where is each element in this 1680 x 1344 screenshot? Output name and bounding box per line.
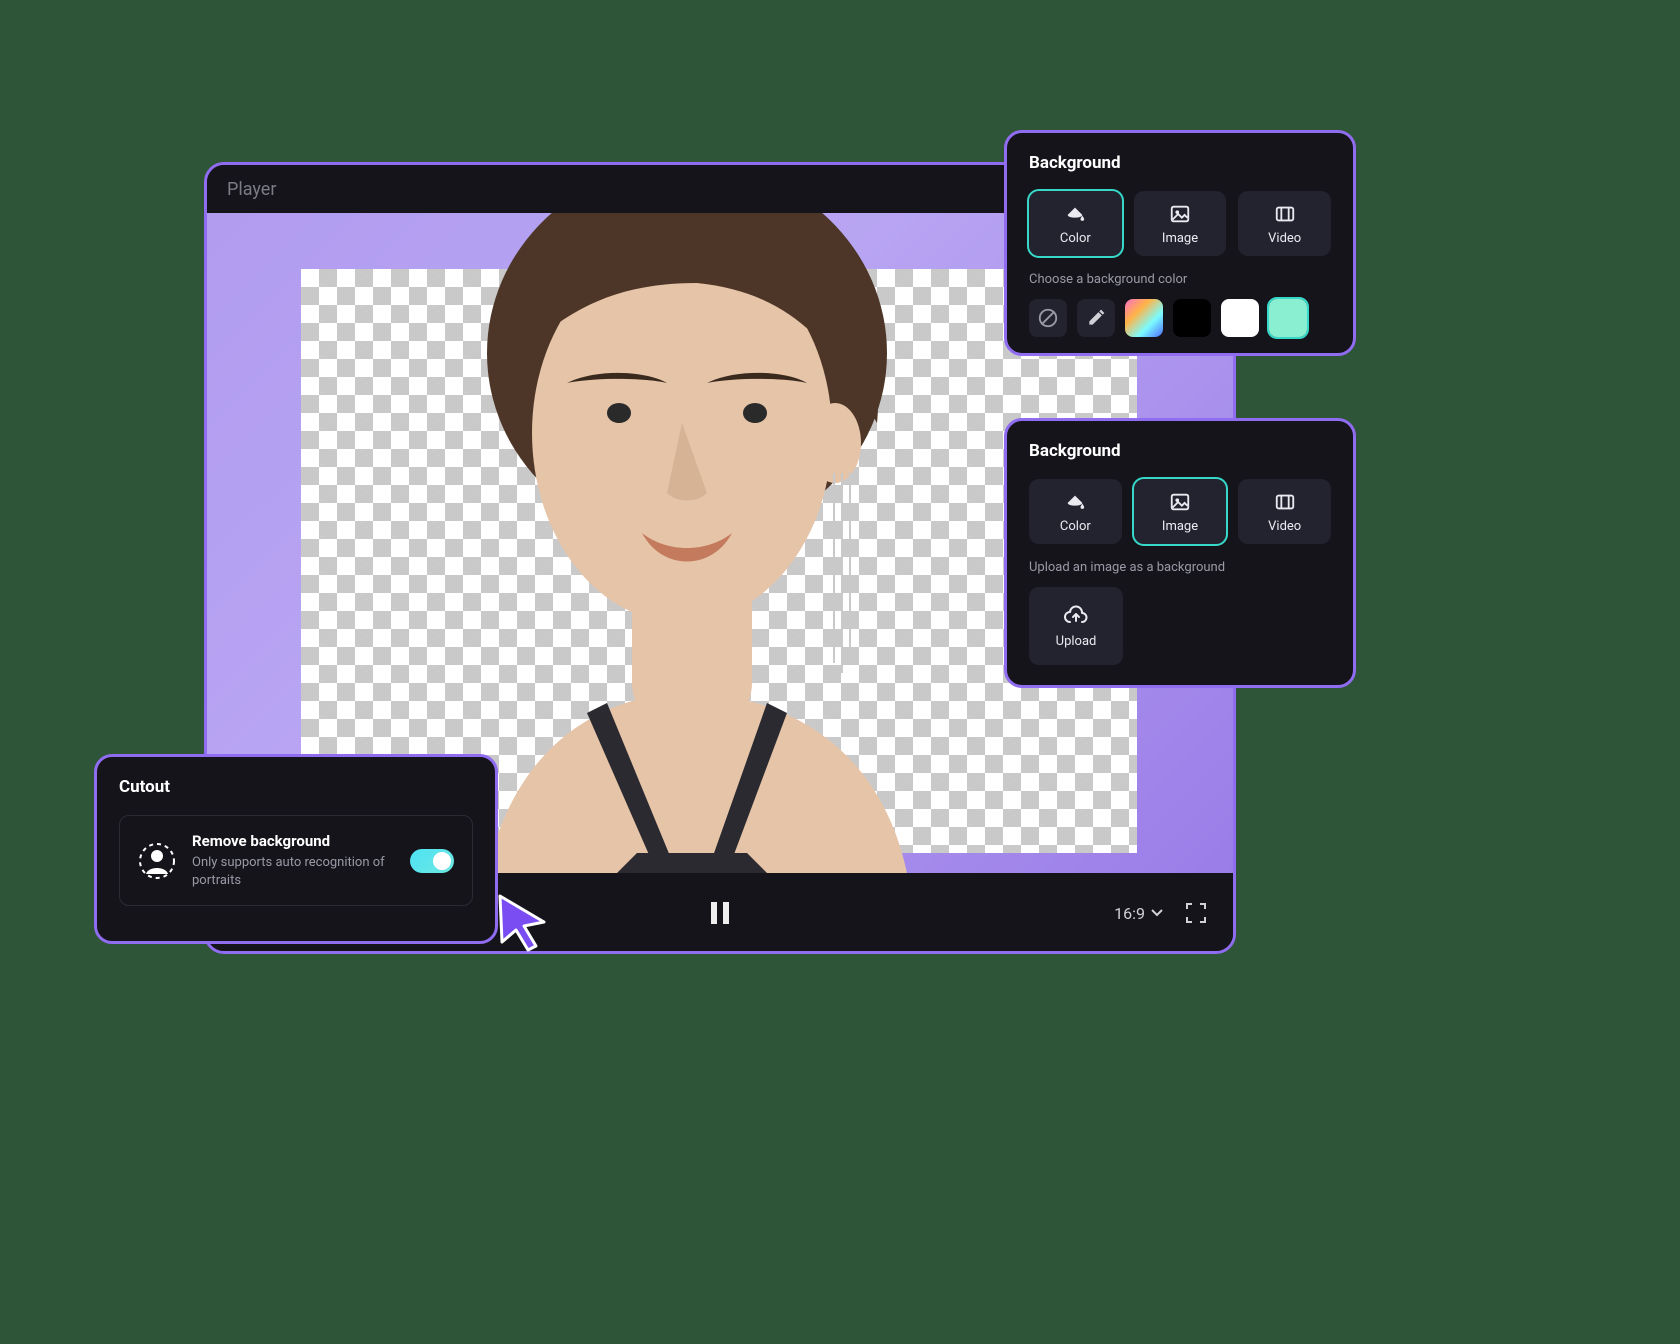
bg2-tab-image-label: Image bbox=[1162, 519, 1198, 534]
player-title: Player bbox=[227, 179, 276, 200]
background-color-panel: Background Color Image Video Choose a ba… bbox=[1004, 130, 1356, 356]
swatch-rainbow[interactable] bbox=[1125, 299, 1163, 337]
remove-bg-title: Remove background bbox=[192, 832, 394, 850]
upload-label: Upload bbox=[1056, 634, 1097, 649]
bg2-tab-color[interactable]: Color bbox=[1029, 479, 1122, 544]
paint-bucket-icon bbox=[1064, 203, 1086, 225]
toggle-knob bbox=[433, 852, 451, 870]
bg-tab-video[interactable]: Video bbox=[1238, 191, 1331, 256]
swatch-eyedropper[interactable] bbox=[1077, 299, 1115, 337]
pause-button[interactable] bbox=[706, 899, 734, 927]
bg-image-panel-title: Background bbox=[1029, 441, 1331, 461]
remove-background-row: Remove background Only supports auto rec… bbox=[119, 815, 473, 906]
pause-icon bbox=[711, 902, 717, 924]
bg-tab-image-label: Image bbox=[1162, 231, 1198, 246]
bg2-tab-color-label: Color bbox=[1060, 519, 1091, 534]
film-icon bbox=[1274, 203, 1296, 225]
aspect-ratio-label: 16:9 bbox=[1114, 904, 1145, 923]
bg-color-hint: Choose a background color bbox=[1029, 272, 1331, 287]
background-image-panel: Background Color Image Video Upload an i… bbox=[1004, 418, 1356, 688]
swatch-black[interactable] bbox=[1173, 299, 1211, 337]
bg-image-hint: Upload an image as a background bbox=[1029, 560, 1331, 575]
upload-button[interactable]: Upload bbox=[1029, 587, 1123, 665]
paint-bucket-icon bbox=[1064, 491, 1086, 513]
cutout-panel-title: Cutout bbox=[119, 777, 473, 797]
film-icon bbox=[1274, 491, 1296, 513]
none-icon bbox=[1037, 307, 1059, 329]
bg2-tab-image[interactable]: Image bbox=[1134, 479, 1227, 544]
cutout-panel: Cutout Remove background Only supports a… bbox=[94, 754, 498, 944]
bg-tab-color-label: Color bbox=[1060, 231, 1091, 246]
portrait-dashed-icon bbox=[138, 842, 176, 880]
aspect-ratio-menu[interactable]: 16:9 bbox=[1114, 904, 1163, 923]
bg2-tab-video[interactable]: Video bbox=[1238, 479, 1331, 544]
remove-bg-toggle[interactable] bbox=[410, 849, 454, 873]
swatch-white[interactable] bbox=[1221, 299, 1259, 337]
image-icon bbox=[1169, 491, 1191, 513]
cursor-icon bbox=[494, 892, 550, 952]
swatch-none[interactable] bbox=[1029, 299, 1067, 337]
eyedropper-icon bbox=[1086, 308, 1106, 328]
image-icon bbox=[1169, 203, 1191, 225]
bg-color-panel-title: Background bbox=[1029, 153, 1331, 173]
pause-icon bbox=[723, 902, 729, 924]
bg2-tab-video-label: Video bbox=[1268, 519, 1301, 534]
chevron-down-icon bbox=[1151, 909, 1163, 917]
bg-tab-video-label: Video bbox=[1268, 231, 1301, 246]
fullscreen-icon[interactable] bbox=[1185, 902, 1207, 924]
bg-tab-color[interactable]: Color bbox=[1029, 191, 1122, 256]
cloud-upload-icon bbox=[1064, 604, 1088, 628]
swatch-mint[interactable] bbox=[1269, 299, 1307, 337]
bg-tab-image[interactable]: Image bbox=[1134, 191, 1227, 256]
remove-bg-description: Only supports auto recognition of portra… bbox=[192, 854, 394, 889]
